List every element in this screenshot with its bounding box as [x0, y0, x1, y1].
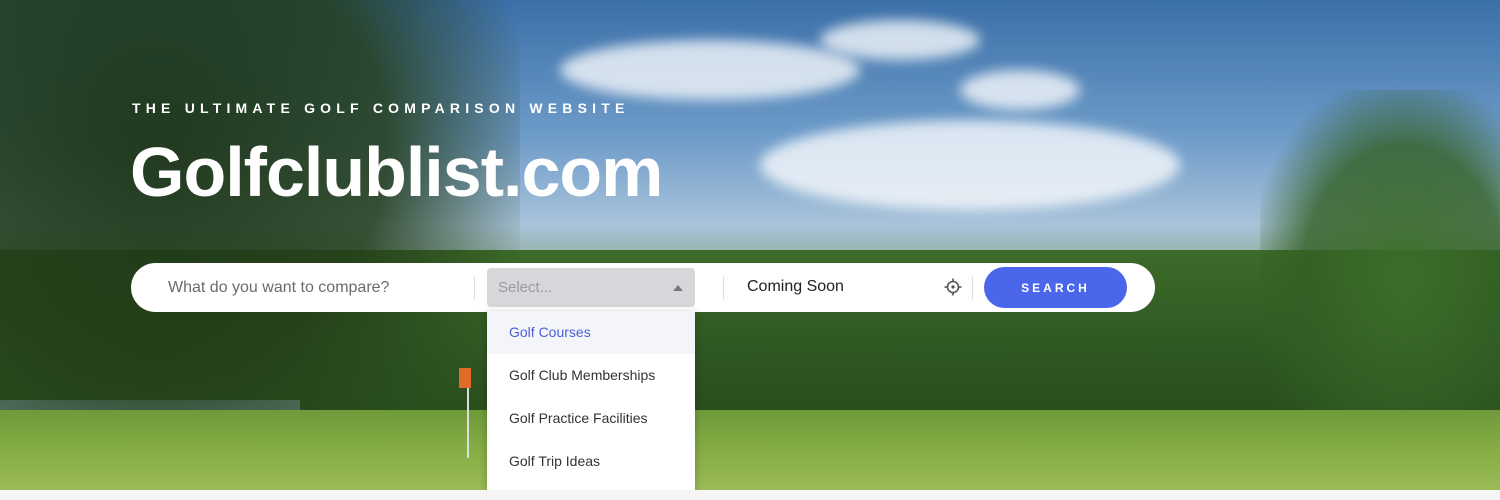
page-bottom-strip — [0, 490, 1500, 500]
search-button[interactable]: SEARCH — [984, 267, 1127, 308]
cloud-shape — [820, 20, 980, 60]
caret-up-icon — [673, 285, 683, 291]
flag-icon — [459, 368, 471, 388]
search-divider — [474, 276, 475, 300]
dropdown-option-golf-club-memberships[interactable]: Golf Club Memberships — [487, 354, 695, 397]
dropdown-option-golf-practice-facilities[interactable]: Golf Practice Facilities — [487, 397, 695, 440]
dropdown-option-golf-courses[interactable]: Golf Courses — [487, 311, 695, 354]
select-placeholder: Select... — [498, 279, 553, 296]
category-dropdown: Golf Courses Golf Club Memberships Golf … — [487, 311, 695, 490]
hero-tagline: The Ultimate Golf Comparison Website — [132, 100, 630, 116]
search-divider — [972, 276, 973, 300]
search-bar: Select... Coming Soon SEARCH — [131, 263, 1155, 312]
cloud-shape — [560, 40, 860, 100]
cloud-shape — [960, 70, 1080, 110]
hero-banner: The Ultimate Golf Comparison Website Gol… — [0, 0, 1500, 490]
dropdown-option-golf-trip-ideas[interactable]: Golf Trip Ideas — [487, 440, 695, 483]
crosshair-icon[interactable] — [944, 278, 962, 296]
location-field[interactable]: Coming Soon — [747, 278, 844, 296]
category-select[interactable]: Select... — [487, 268, 695, 307]
site-title: Golfclublist.com — [130, 133, 663, 211]
cloud-shape — [760, 120, 1180, 210]
search-divider — [723, 276, 724, 300]
fairway — [0, 410, 1500, 490]
compare-search-input[interactable] — [166, 278, 470, 298]
